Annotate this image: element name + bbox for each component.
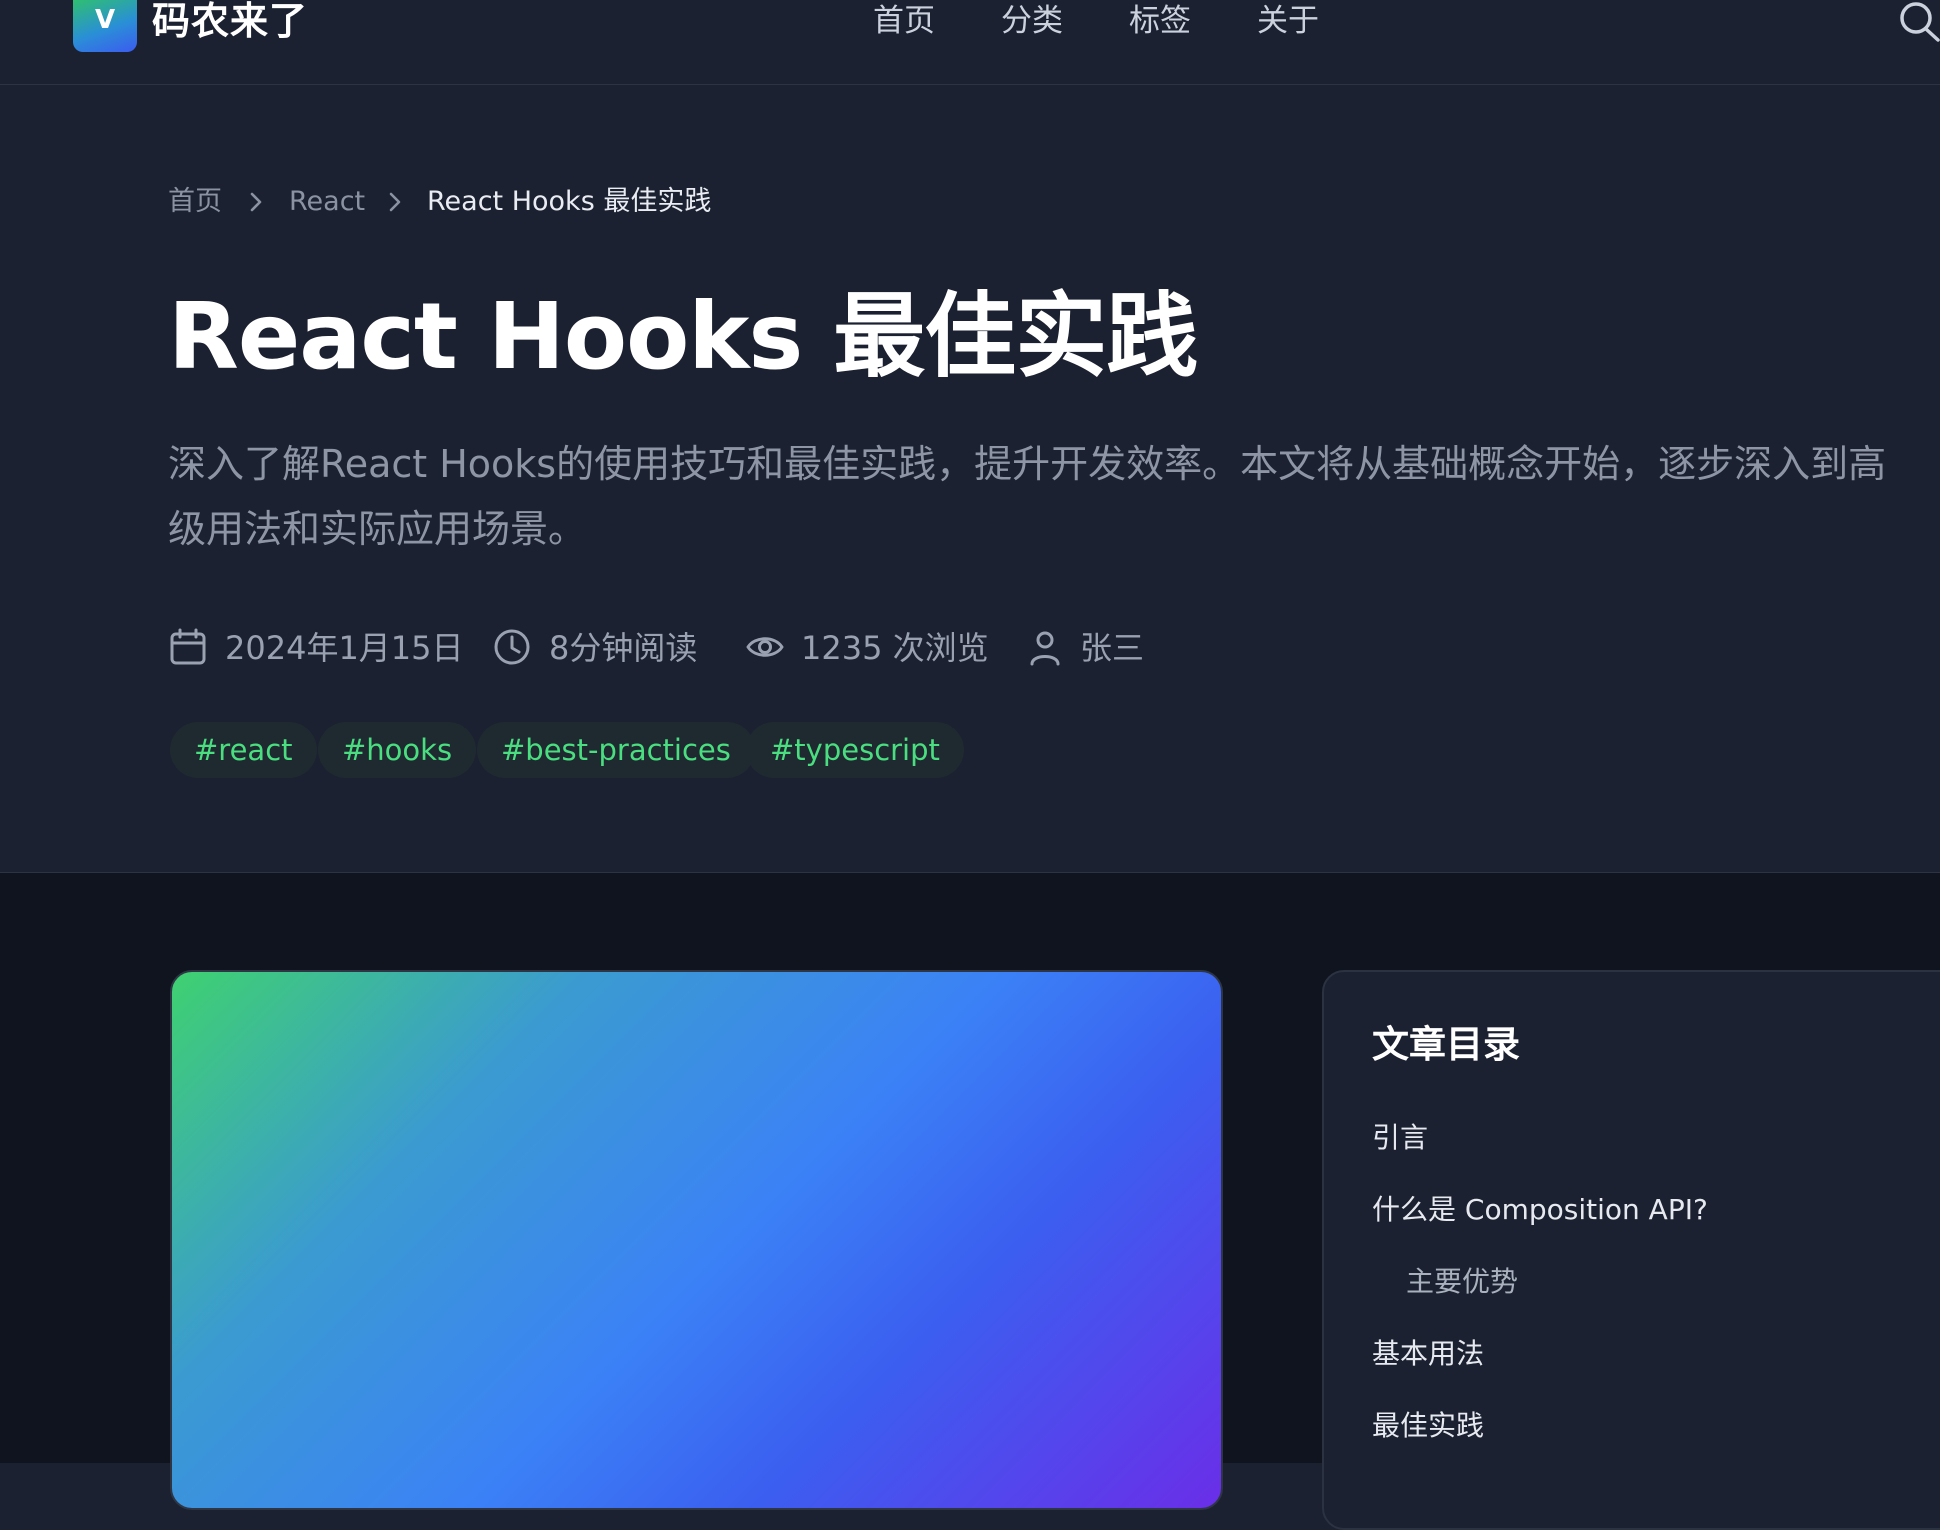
author-name[interactable]: 张三 <box>1080 627 1144 669</box>
clock-icon <box>494 629 530 665</box>
toc-item[interactable]: 基本用法 <box>1372 1334 1484 1374</box>
description-line-1: 深入了解React Hooks的使用技巧和最佳实践，提升开发效率。本文将从基础概… <box>168 442 1887 486</box>
view-count: 1235 次浏览 <box>801 629 989 667</box>
article-description: 深入了解React Hooks的使用技巧和最佳实践，提升开发效率。本文将从基础概… <box>168 432 1940 562</box>
toc-item[interactable]: 最佳实践 <box>1372 1406 1484 1446</box>
logo-badge[interactable]: V <box>73 0 137 52</box>
nav-categories[interactable]: 分类 <box>1001 0 1063 42</box>
toc-title: 文章目录 <box>1372 1023 1520 1066</box>
user-icon <box>1030 631 1060 666</box>
nav-tags[interactable]: 标签 <box>1129 0 1191 42</box>
tag-typescript[interactable]: #typescript <box>746 722 964 778</box>
description-line-2: 级用法和实际应用场景。 <box>168 507 587 551</box>
chevron-right-icon <box>389 192 401 212</box>
site-header: V 码农来了 首页 分类 标签 关于 <box>0 0 1940 85</box>
table-of-contents: 文章目录 引言 什么是 Composition API? 主要优势 基本用法 最… <box>1322 970 1940 1530</box>
read-time: 8分钟阅读 <box>549 629 698 667</box>
tag-hooks[interactable]: #hooks <box>318 722 477 778</box>
search-icon[interactable] <box>1896 0 1940 42</box>
calendar-icon <box>170 628 206 665</box>
tag-react[interactable]: #react <box>170 722 317 778</box>
breadcrumb-category[interactable]: React <box>289 182 365 222</box>
page-title: React Hooks 最佳实践 <box>168 283 1198 390</box>
chevron-right-icon <box>250 192 262 212</box>
publish-date: 2024年1月15日 <box>225 629 464 667</box>
breadcrumb-home[interactable]: 首页 <box>168 182 222 222</box>
toc-item[interactable]: 什么是 Composition API? <box>1372 1190 1708 1230</box>
toc-subitem[interactable]: 主要优势 <box>1406 1262 1518 1302</box>
nav-about[interactable]: 关于 <box>1257 0 1319 42</box>
nav-home[interactable]: 首页 <box>873 0 935 42</box>
breadcrumb-current: React Hooks 最佳实践 <box>427 186 712 217</box>
tag-best-practices[interactable]: #best-practices <box>477 722 755 778</box>
cover-image <box>170 970 1223 1510</box>
eye-icon <box>746 637 784 657</box>
site-name[interactable]: 码农来了 <box>152 0 308 42</box>
toc-item[interactable]: 引言 <box>1372 1118 1428 1158</box>
